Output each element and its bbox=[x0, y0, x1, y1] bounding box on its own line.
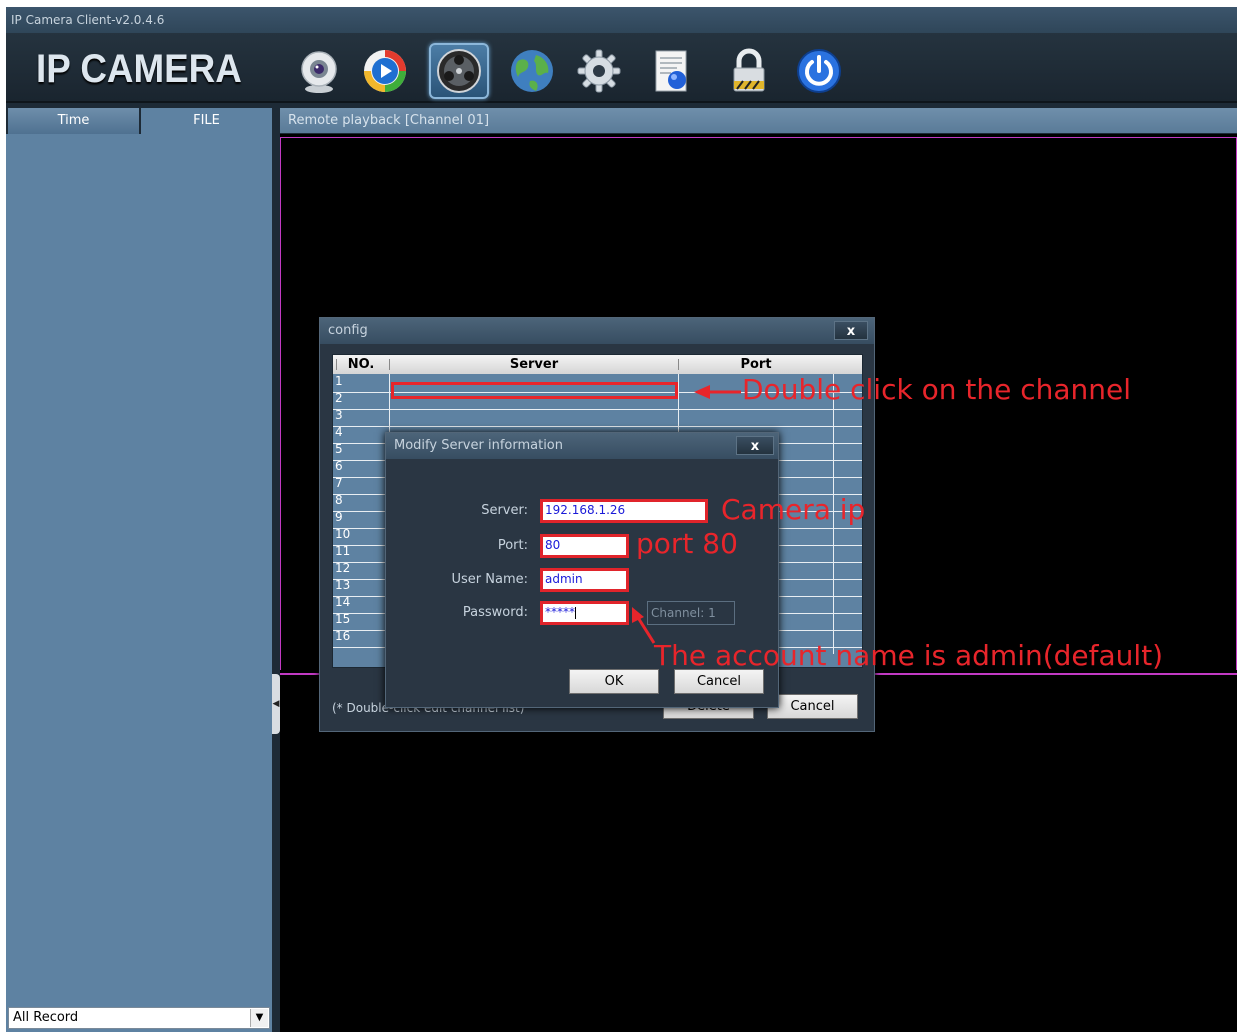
left-panel: Time FILE All Record ▼ bbox=[6, 105, 272, 1032]
globe-icon bbox=[511, 50, 553, 92]
config-cancel-button[interactable]: Cancel bbox=[767, 694, 858, 719]
window-title: IP Camera Client-v2.0.4.6 bbox=[6, 7, 1237, 33]
username-label: User Name: bbox=[451, 572, 529, 587]
config-dialog-title: config bbox=[320, 318, 874, 344]
password-label: Password: bbox=[462, 605, 528, 620]
power-icon bbox=[797, 49, 841, 93]
username-input[interactable]: admin bbox=[540, 568, 629, 592]
channel-number: 14 bbox=[335, 595, 351, 609]
record-filter-select[interactable]: All Record ▼ bbox=[8, 1007, 270, 1029]
app-window: IP Camera Client-v2.0.4.6 IP CAMERA Time… bbox=[6, 7, 1237, 1032]
playback-icon bbox=[364, 50, 406, 92]
channel-number: 4 bbox=[335, 425, 343, 439]
power-button[interactable] bbox=[789, 43, 849, 99]
channel-number: 15 bbox=[335, 612, 351, 626]
channel-number: 2 bbox=[335, 391, 343, 405]
channel-number: 10 bbox=[335, 527, 351, 541]
settings-button[interactable] bbox=[569, 43, 629, 99]
remote-playback-icon bbox=[437, 49, 481, 93]
text-caret bbox=[575, 606, 576, 619]
annotation-double-click: Double click on the channel bbox=[742, 373, 1132, 406]
app-logo: IP CAMERA bbox=[36, 47, 242, 91]
channel-number: 3 bbox=[335, 408, 343, 422]
playback-heading: Remote playback [Channel 01] bbox=[280, 108, 1237, 133]
camera-button[interactable] bbox=[289, 43, 349, 99]
channel-number: 16 bbox=[335, 629, 351, 643]
annotation-camera-ip: Camera ip bbox=[721, 493, 866, 526]
annotation-port: port 80 bbox=[636, 527, 738, 560]
tab-file[interactable]: FILE bbox=[141, 108, 272, 134]
channel-row[interactable]: 3 bbox=[333, 408, 862, 427]
channel-number: 11 bbox=[335, 544, 351, 558]
collapse-panel-handle[interactable]: ◀ bbox=[272, 674, 280, 734]
server-label: Server: bbox=[481, 503, 528, 518]
col-port[interactable]: Port bbox=[679, 355, 833, 374]
modify-cancel-button[interactable]: Cancel bbox=[674, 669, 764, 694]
log-button[interactable] bbox=[641, 43, 701, 99]
file-list[interactable] bbox=[6, 134, 272, 1002]
toolbar-header: IP CAMERA bbox=[6, 33, 1237, 103]
left-tabs: Time FILE bbox=[6, 105, 272, 134]
server-input[interactable]: 192.168.1.26 bbox=[540, 499, 708, 523]
camera-icon bbox=[301, 51, 337, 93]
channel-number: 5 bbox=[335, 442, 343, 456]
lock-button[interactable] bbox=[719, 43, 779, 99]
settings-icon bbox=[577, 49, 621, 93]
network-button[interactable] bbox=[502, 43, 562, 99]
password-input[interactable]: ***** bbox=[540, 601, 629, 625]
channel-number: 6 bbox=[335, 459, 343, 473]
port-input[interactable]: 80 bbox=[540, 534, 629, 558]
channel-number: 1 bbox=[335, 374, 343, 388]
channel-table-header: NO. Server Port bbox=[333, 355, 862, 374]
playback-button[interactable] bbox=[355, 43, 415, 99]
remote-playback-button[interactable] bbox=[429, 43, 489, 99]
log-icon bbox=[655, 50, 687, 92]
annotation-account: The account name is admin(default) bbox=[654, 639, 1164, 672]
channel-number: 13 bbox=[335, 578, 351, 592]
port-label: Port: bbox=[497, 538, 528, 553]
ok-button[interactable]: OK bbox=[569, 669, 659, 694]
channel-1-highlight bbox=[391, 382, 678, 399]
modify-dialog-title: Modify Server information bbox=[386, 433, 778, 459]
channel-number: 9 bbox=[335, 510, 343, 524]
record-filter-value: All Record bbox=[13, 1010, 79, 1025]
dropdown-arrow-icon[interactable]: ▼ bbox=[250, 1009, 268, 1027]
col-no[interactable]: NO. bbox=[333, 355, 389, 374]
channel-number: 7 bbox=[335, 476, 343, 490]
password-value: ***** bbox=[545, 605, 575, 619]
col-server[interactable]: Server bbox=[390, 355, 678, 374]
lock-icon bbox=[733, 48, 765, 92]
channel-field: Channel: 1 bbox=[647, 601, 735, 625]
modify-close-button[interactable]: x bbox=[736, 436, 774, 455]
config-close-button[interactable]: x bbox=[834, 321, 868, 340]
channel-number: 8 bbox=[335, 493, 343, 507]
tab-time[interactable]: Time bbox=[8, 108, 139, 134]
channel-number: 12 bbox=[335, 561, 351, 575]
